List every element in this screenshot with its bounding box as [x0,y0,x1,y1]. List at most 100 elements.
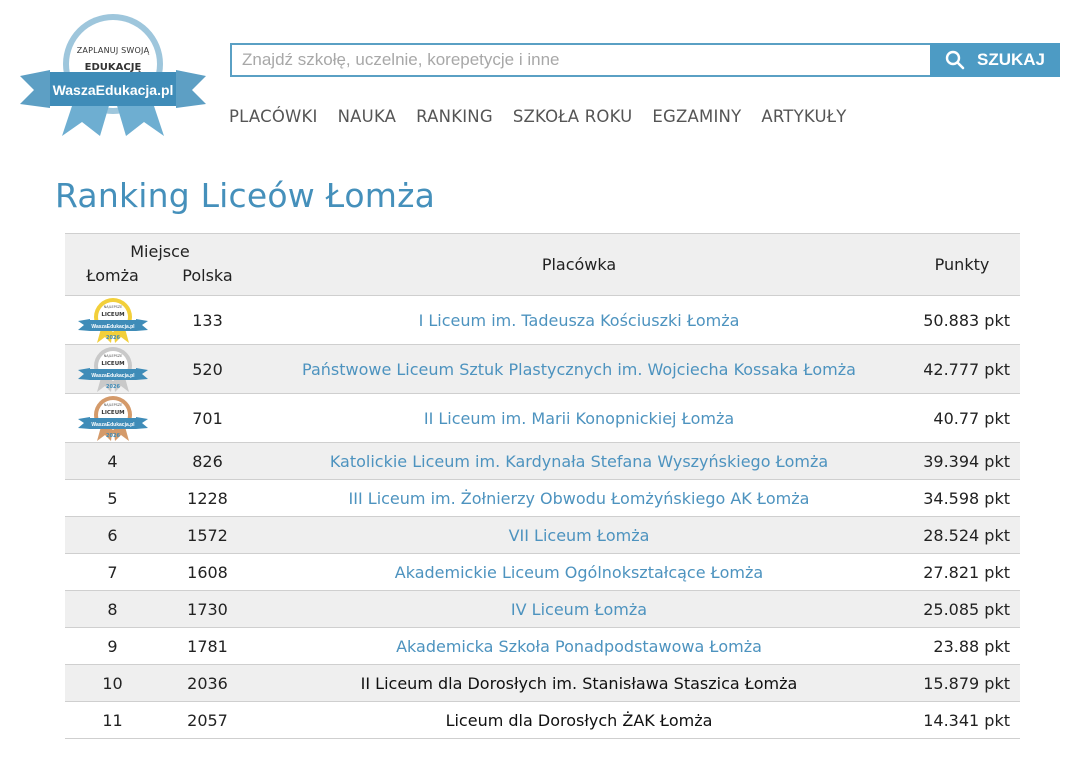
rank-polska: 826 [160,442,255,480]
header-placowka: Placówka [541,255,617,274]
nav-egzaminy[interactable]: EGZAMINY [652,107,741,126]
table-header-row: Miejsce Łomża Polska Placówka Punkty [65,233,1020,296]
table-row: NAJLEPSZE LICEUM WaszaEdukacja.pl 2026 520 Pa… [65,344,1020,394]
table-row: 6 1572 VII Liceum Łomża 28.524 pkt [65,516,1020,554]
nav-nauka[interactable]: NAUKA [338,107,397,126]
logo-brand: WaszaEdukacja.pl [52,82,174,98]
rank-lomza: 7 [65,553,160,591]
page-title: Ranking Liceów Łomża [55,176,436,215]
table-row: 7 1608 Akademickie Liceum Ogólnokształcące… [65,553,1020,591]
search-icon [945,50,965,70]
medal-type: LICEUM [101,361,124,367]
points-cell: 42.777 pkt [903,344,1020,394]
school-link[interactable]: II Liceum im. Marii Konopnickiej Łomża [424,409,734,428]
table-row: 10 2036 II Liceum dla Dorosłych im. Stanis… [65,664,1020,702]
search-input[interactable] [230,43,930,77]
ranking-table: Miejsce Łomża Polska Placówka Punkty NAJ… [65,233,1020,739]
rank-polska: 2036 [160,664,255,702]
school-cell: Akademicka Szkoła Ponadpodstawowa Łomża [255,627,903,665]
medal-year: 2026 [106,384,120,390]
school-link[interactable]: Katolickie Liceum im. Kardynała Stefana … [330,452,828,471]
header-polska: Polska [182,266,233,285]
rank-lomza: 5 [65,479,160,517]
points-cell: 39.394 pkt [903,442,1020,480]
table-row: NAJLEPSZE LICEUM WaszaEdukacja.pl 2026 701 II… [65,393,1020,443]
header-miejsce: Miejsce Łomża Polska [65,234,255,296]
points-cell: 28.524 pkt [903,516,1020,554]
school-cell: Akademickie Liceum Ogólnokształcące Łomż… [255,553,903,591]
school-cell: II Liceum dla Dorosłych im. Stanisława S… [255,664,903,702]
table-row: 4 826 Katolickie Liceum im. Kardynała Stef… [65,442,1020,480]
school-link[interactable]: VII Liceum Łomża [509,526,650,545]
medal-brand: WaszaEdukacja.pl [91,373,135,379]
rank-polska: 133 [160,295,255,345]
medal-caption: NAJLEPSZE [103,403,122,407]
table-row: 11 2057 Liceum dla Dorosłych ŻAK Łomża 14.3… [65,701,1020,739]
table-row: 9 1781 Akademicka Szkoła Ponadpodstawowa Ł… [65,627,1020,665]
header-punkty: Punkty [934,255,990,274]
nav-placowki[interactable]: PLACÓWKI [229,107,318,126]
rank-medal-cell: NAJLEPSZE LICEUM WaszaEdukacja.pl 2026 [65,295,160,345]
rank-lomza: 6 [65,516,160,554]
nav-ranking[interactable]: RANKING [416,107,493,126]
points-cell: 15.879 pkt [903,664,1020,702]
medal-type: LICEUM [101,312,124,318]
school-name: Liceum dla Dorosłych ŻAK Łomża [445,710,713,730]
nav-szkola-roku[interactable]: SZKOŁA ROKU [513,107,633,126]
school-cell: VII Liceum Łomża [255,516,903,554]
rank-polska: 1781 [160,627,255,665]
search-bar: SZUKAJ [230,43,1060,77]
points-cell: 23.88 pkt [903,627,1020,665]
points-cell: 27.821 pkt [903,553,1020,591]
medal-brand: WaszaEdukacja.pl [91,422,135,428]
rank-polska: 1572 [160,516,255,554]
logo-tagline: ZAPLANUJ SWOJĄ [76,46,150,55]
school-cell: II Liceum im. Marii Konopnickiej Łomża [255,393,903,443]
medal-brand: WaszaEdukacja.pl [91,324,135,330]
rank-polska: 1608 [160,553,255,591]
main-nav: PLACÓWKI NAUKA RANKING SZKOŁA ROKU EGZAM… [229,107,846,126]
points-cell: 40.77 pkt [903,393,1020,443]
rank-polska: 1228 [160,479,255,517]
table-row: 5 1228 III Liceum im. Żołnierzy Obwodu Łom… [65,479,1020,517]
school-link[interactable]: III Liceum im. Żołnierzy Obwodu Łomżyńsk… [349,489,810,508]
school-cell: III Liceum im. Żołnierzy Obwodu Łomżyńsk… [255,479,903,517]
points-cell: 34.598 pkt [903,479,1020,517]
rank-medal-cell: NAJLEPSZE LICEUM WaszaEdukacja.pl 2026 [65,344,160,394]
search-button-label: SZUKAJ [976,50,1045,69]
rank-polska: 520 [160,344,255,394]
search-button[interactable]: SZUKAJ [930,43,1060,77]
school-cell: Katolickie Liceum im. Kardynała Stefana … [255,442,903,480]
school-cell: I Liceum im. Tadeusza Kościuszki Łomża [255,295,903,345]
points-cell: 50.883 pkt [903,295,1020,345]
silver-medal-icon: NAJLEPSZE LICEUM WaszaEdukacja.pl 2026 [77,347,148,392]
rank-polska: 701 [160,393,255,443]
medal-caption: NAJLEPSZE [103,354,122,358]
logo-graphic [20,14,206,136]
school-link[interactable]: Państwowe Liceum Sztuk Plastycznych im. … [302,360,856,379]
bronze-medal-icon: NAJLEPSZE LICEUM WaszaEdukacja.pl 2026 [77,396,148,441]
site-logo[interactable]: ZAPLANUJ SWOJĄ EDUKACJĘ WaszaEdukacja.pl [20,12,206,138]
rank-lomza: 11 [65,701,160,739]
rank-lomza: 4 [65,442,160,480]
table-row: NAJLEPSZE LICEUM WaszaEdukacja.pl 2026 133 I … [65,295,1020,345]
school-link[interactable]: Akademicka Szkoła Ponadpodstawowa Łomża [396,637,762,656]
medal-caption: NAJLEPSZE [103,305,122,309]
rank-medal-cell: NAJLEPSZE LICEUM WaszaEdukacja.pl 2026 [65,393,160,443]
school-cell: Państwowe Liceum Sztuk Plastycznych im. … [255,344,903,394]
nav-artykuly[interactable]: ARTYKUŁY [761,107,846,126]
school-cell: IV Liceum Łomża [255,590,903,628]
rank-polska: 2057 [160,701,255,739]
gold-medal-icon: NAJLEPSZE LICEUM WaszaEdukacja.pl 2026 [77,298,148,343]
rank-lomza: 10 [65,664,160,702]
rank-lomza: 8 [65,590,160,628]
school-cell: Liceum dla Dorosłych ŻAK Łomża [255,701,903,739]
header-lomza: Łomża [86,266,139,285]
school-name: II Liceum dla Dorosłych im. Stanisława S… [360,673,798,693]
school-link[interactable]: Akademickie Liceum Ogólnokształcące Łomż… [395,563,763,582]
header-miejsce-label: Miejsce [130,242,190,261]
school-link[interactable]: IV Liceum Łomża [511,600,647,619]
rank-lomza: 9 [65,627,160,665]
school-link[interactable]: I Liceum im. Tadeusza Kościuszki Łomża [419,311,740,330]
logo-subtitle: EDUKACJĘ [84,62,142,73]
